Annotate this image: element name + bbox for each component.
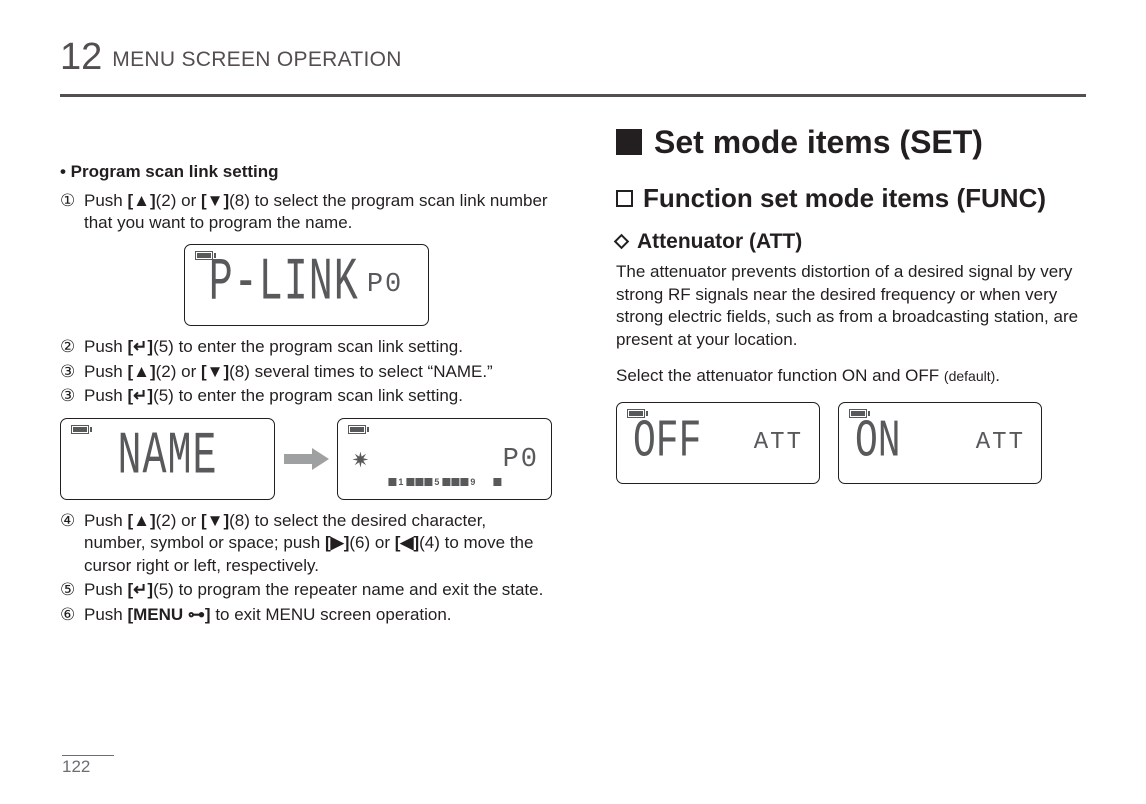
filled-square-icon bbox=[616, 129, 642, 155]
step-body: Push [↵](5) to enter the program scan li… bbox=[84, 336, 552, 358]
text: Push bbox=[84, 605, 127, 624]
battery-icon bbox=[348, 425, 366, 434]
lcd-sub-text: ATT bbox=[754, 427, 803, 459]
step-4: ④ Push [▲](2) or [▼](8) to select the de… bbox=[60, 510, 552, 577]
step-1: ① Push [▲](2) or [▼](8) to select the pr… bbox=[60, 190, 552, 235]
lcd-main-text: OFF bbox=[633, 408, 701, 478]
step-3: ③ Push [▲](2) or [▼](8) several times to… bbox=[60, 361, 552, 383]
lcd-main-text: ON bbox=[855, 408, 901, 478]
h3-text: Attenuator (ATT) bbox=[637, 228, 802, 256]
text: (2) or bbox=[156, 191, 201, 210]
diamond-icon bbox=[614, 234, 630, 250]
lcd-display-pair: NAME ✷ P0 1 5 9 bbox=[60, 418, 552, 500]
lcd-sub-text: P0 bbox=[503, 443, 539, 479]
step-body: Push [▲](2) or [▼](8) to select the prog… bbox=[84, 190, 552, 235]
text: Push bbox=[84, 337, 127, 356]
text: (2) or bbox=[156, 511, 201, 530]
paragraph: Select the attenuator function ON and OF… bbox=[616, 365, 1086, 387]
key-right: [▶] bbox=[325, 533, 349, 552]
step-number: ① bbox=[60, 190, 84, 235]
text: Push bbox=[84, 580, 127, 599]
page-number: 122 bbox=[62, 756, 90, 778]
section-heading-3: Attenuator (ATT) bbox=[616, 228, 1086, 256]
lcd-box-on: ON ATT bbox=[838, 402, 1042, 484]
key-up: [▲] bbox=[127, 362, 155, 381]
lcd-sub-text: P0 bbox=[367, 272, 403, 299]
text: . bbox=[995, 366, 1000, 385]
paragraph: The attenuator prevents distortion of a … bbox=[616, 261, 1086, 351]
left-column: • Program scan link setting ① Push [▲](2… bbox=[60, 125, 552, 628]
outline-square-icon bbox=[616, 190, 633, 207]
lcd-main-text: P-LINK bbox=[209, 255, 359, 315]
ruler-num: 9 bbox=[469, 478, 477, 486]
arrow-right-icon bbox=[283, 448, 329, 470]
lcd-text: P-LINK P0 bbox=[209, 265, 403, 305]
step-body: Push [▲](2) or [▼](8) to select the desi… bbox=[84, 510, 552, 577]
step-3b: ③ Push [↵](5) to enter the program scan … bbox=[60, 385, 552, 407]
key-down: [▼] bbox=[201, 511, 229, 530]
lcd-box-name: NAME bbox=[60, 418, 275, 500]
step-5: ⑤ Push [↵](5) to program the repeater na… bbox=[60, 579, 552, 601]
text: (5) to enter the program scan link setti… bbox=[153, 337, 463, 356]
lcd-text: NAME bbox=[117, 439, 217, 479]
h1-text: Set mode items (SET) bbox=[654, 121, 983, 163]
step-body: Push [▲](2) or [▼](8) several times to s… bbox=[84, 361, 552, 383]
left-section-title: • Program scan link setting bbox=[60, 161, 552, 183]
key-up: [▲] bbox=[127, 511, 155, 530]
text: Select the attenuator function ON and OF… bbox=[616, 366, 944, 385]
text: to exit MENU screen operation. bbox=[211, 605, 452, 624]
text: (6) or bbox=[349, 533, 394, 552]
battery-icon bbox=[71, 425, 89, 434]
chapter-number: 12 bbox=[60, 32, 102, 82]
step-number: ② bbox=[60, 336, 84, 358]
lcd-att-pair: OFF ATT ON ATT bbox=[616, 402, 1086, 484]
right-column: Set mode items (SET) Function set mode i… bbox=[616, 125, 1086, 628]
text: (5) to program the repeater name and exi… bbox=[153, 580, 543, 599]
text: Push bbox=[84, 386, 127, 405]
text: Push bbox=[84, 362, 127, 381]
content-columns: • Program scan link setting ① Push [▲](2… bbox=[60, 125, 1086, 628]
ruler-num: 5 bbox=[433, 478, 441, 486]
text: (8) several times to select “NAME.” bbox=[229, 362, 493, 381]
step-2: ② Push [↵](5) to enter the program scan … bbox=[60, 336, 552, 358]
key-menu: [MENU ⊶] bbox=[127, 604, 210, 626]
section-heading-1: Set mode items (SET) bbox=[616, 121, 1086, 163]
step-number: ③ bbox=[60, 361, 84, 383]
lcd-sub-text: ATT bbox=[976, 427, 1025, 459]
step-number: ③ bbox=[60, 385, 84, 407]
key-enter: [↵] bbox=[127, 386, 153, 405]
step-body: Push [MENU ⊶] to exit MENU screen operat… bbox=[84, 604, 552, 627]
key-left: [◀] bbox=[395, 533, 419, 552]
page-header: 12 MENU SCREEN OPERATION bbox=[60, 32, 1086, 97]
lcd-ruler: 1 5 9 bbox=[388, 470, 501, 492]
key-down: [▼] bbox=[201, 362, 229, 381]
key-enter: [↵] bbox=[127, 337, 153, 356]
step-number: ⑥ bbox=[60, 604, 84, 627]
step-body: Push [↵](5) to program the repeater name… bbox=[84, 579, 552, 601]
text: (5) to enter the program scan link setti… bbox=[153, 386, 463, 405]
step-number: ⑤ bbox=[60, 579, 84, 601]
h2-text: Function set mode items (FUNC) bbox=[643, 181, 1046, 215]
text-small: (default) bbox=[944, 368, 995, 384]
lcd-box-off: OFF ATT bbox=[616, 402, 820, 484]
key-down: [▼] bbox=[201, 191, 229, 210]
ruler-num: 1 bbox=[397, 478, 405, 486]
key-up: [▲] bbox=[127, 191, 155, 210]
lcd-display-1: P-LINK P0 bbox=[60, 244, 552, 326]
step-6: ⑥ Push [MENU ⊶] to exit MENU screen oper… bbox=[60, 604, 552, 627]
chapter-title: MENU SCREEN OPERATION bbox=[112, 46, 401, 74]
step-body: Push [↵](5) to enter the program scan li… bbox=[84, 385, 552, 407]
lcd-main-text: NAME bbox=[117, 429, 217, 489]
key-enter: [↵] bbox=[127, 580, 153, 599]
step-number: ④ bbox=[60, 510, 84, 577]
text: (2) or bbox=[156, 362, 201, 381]
lcd-box: P-LINK P0 bbox=[184, 244, 429, 326]
text: Push bbox=[84, 191, 127, 210]
cursor-blink-icon: ✷ bbox=[352, 447, 369, 475]
text: Push bbox=[84, 511, 127, 530]
section-heading-2: Function set mode items (FUNC) bbox=[616, 181, 1086, 215]
lcd-box-cursor: ✷ P0 1 5 9 bbox=[337, 418, 552, 500]
